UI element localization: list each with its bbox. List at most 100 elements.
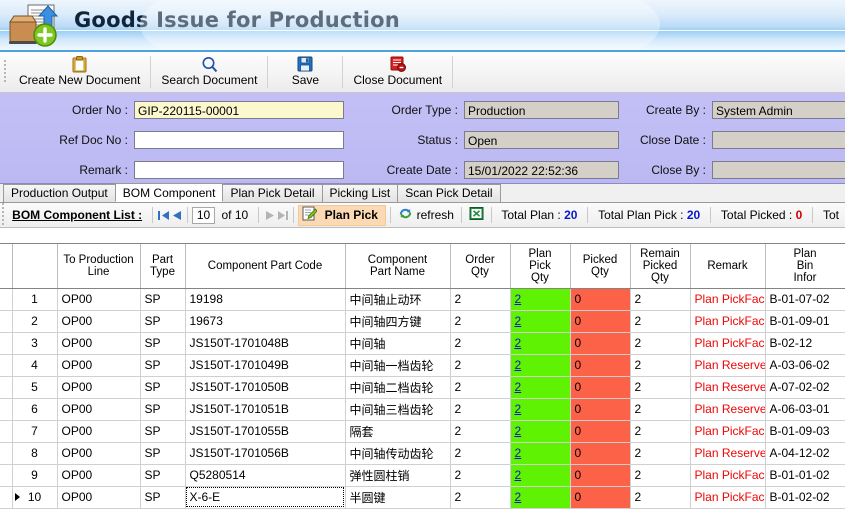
cell-to-production-line[interactable]: OP00 [57,332,141,355]
header-component-part-code[interactable]: Component Part Code [185,244,346,289]
table-row[interactable]: 10 OP00 SP X-6-E 半圆键 2 2 0 2 Plan PickFace B-01-02… [0,486,845,509]
cell-remain-picked-qty[interactable]: 2 [630,398,691,421]
table-row[interactable]: 1 OP00 SP 19198 中间轴止动环 2 2 0 2 Plan PickFace B-01-… [0,288,845,311]
row-number-cell[interactable]: 1 [12,288,58,311]
refresh-button[interactable]: refresh [395,206,457,224]
cell-order-qty[interactable]: 2 [450,442,511,465]
row-number-cell[interactable]: 5 [12,376,58,399]
cell-part-type[interactable]: SP [140,464,186,487]
search-document-button[interactable]: Search Document [151,52,267,92]
plan-pick-qty-link[interactable]: 2 [515,358,522,372]
cell-component-part-code[interactable]: JS150T-1701050B [185,376,346,399]
cell-component-part-name[interactable]: 中间轴一档齿轮 [345,354,451,377]
plan-pick-qty-link[interactable]: 2 [515,490,522,504]
cell-remark[interactable]: Plan PickFace [690,310,766,333]
cell-remark[interactable]: Plan Reserve [690,354,766,377]
cell-to-production-line[interactable]: OP00 [57,486,141,509]
cell-picked-qty[interactable]: 0 [570,310,631,333]
cell-picked-qty[interactable]: 0 [570,288,631,311]
row-number-cell[interactable]: 7 [12,420,58,443]
cell-remark[interactable]: Plan Reserve [690,398,766,421]
cell-part-type[interactable]: SP [140,376,186,399]
table-row[interactable]: 7 OP00 SP JS150T-1701055B 隔套 2 2 0 2 Plan PickFac… [0,420,845,443]
table-row[interactable]: 5 OP00 SP JS150T-1701050B 中间轴二档齿轮 2 2 0 2 Plan Re… [0,376,845,399]
cell-component-part-code[interactable]: Q5280514 [185,464,346,487]
plan-pick-qty-link[interactable]: 2 [515,446,522,460]
cell-picked-qty[interactable]: 0 [570,420,631,443]
cell-plan-pick-qty[interactable]: 2 [510,332,571,355]
cell-plan-bin-infor[interactable]: A-04-12-02 [765,442,845,465]
cell-remain-picked-qty[interactable]: 2 [630,464,691,487]
close-document-button[interactable]: Close Document [343,52,452,92]
cell-component-part-name[interactable]: 隔套 [345,420,451,443]
cell-plan-bin-infor[interactable]: B-01-01-02 [765,464,845,487]
cell-to-production-line[interactable]: OP00 [57,376,141,399]
table-row[interactable]: 9 OP00 SP Q5280514 弹性圆柱销 2 2 0 2 Plan PickFace B-0… [0,464,845,487]
cell-plan-bin-infor[interactable]: B-01-09-03 [765,420,845,443]
cell-order-qty[interactable]: 2 [450,420,511,443]
header-part-type[interactable]: Part Type [140,244,186,289]
cell-part-type[interactable]: SP [140,354,186,377]
cell-to-production-line[interactable]: OP00 [57,420,141,443]
cell-remain-picked-qty[interactable]: 2 [630,288,691,311]
plan-pick-qty-link[interactable]: 2 [515,336,522,350]
cell-remain-picked-qty[interactable]: 2 [630,420,691,443]
tab-bom-component[interactable]: BOM Component [114,183,224,202]
header-to-production-line[interactable]: To Production Line [57,244,141,289]
cell-order-qty[interactable]: 2 [450,376,511,399]
excel-export-button[interactable] [466,206,487,224]
cell-picked-qty[interactable]: 0 [570,464,631,487]
cell-order-qty[interactable]: 2 [450,332,511,355]
last-page-icon[interactable] [276,206,289,224]
header-picked-qty[interactable]: Picked Qty [570,244,631,289]
cell-remark[interactable]: Plan PickFace [690,420,766,443]
tab-scan-pick-detail[interactable]: Scan Pick Detail [397,184,501,202]
previous-page-icon[interactable] [170,206,183,224]
table-row[interactable]: 8 OP00 SP JS150T-1701056B 中间轴传动齿轮 2 2 0 2 Plan Re… [0,442,845,465]
cell-picked-qty[interactable]: 0 [570,332,631,355]
cell-part-type[interactable]: SP [140,332,186,355]
cell-plan-pick-qty[interactable]: 2 [510,486,571,509]
cell-component-part-code[interactable]: JS150T-1701048B [185,332,346,355]
cell-plan-bin-infor[interactable]: B-01-09-01 [765,310,845,333]
cell-component-part-name[interactable]: 中间轴二档齿轮 [345,376,451,399]
cell-order-qty[interactable]: 2 [450,310,511,333]
cell-plan-pick-qty[interactable]: 2 [510,420,571,443]
cell-remark[interactable]: Plan PickFace [690,332,766,355]
cell-plan-bin-infor[interactable]: B-01-07-02 [765,288,845,311]
row-number-cell[interactable]: 10 [12,486,58,509]
cell-order-qty[interactable]: 2 [450,288,511,311]
table-row[interactable]: 4 OP00 SP JS150T-1701049B 中间轴一档齿轮 2 2 0 2 Plan Re… [0,354,845,377]
order-no-field[interactable]: GIP-220115-00001 [134,100,344,119]
current-page-input[interactable]: 10 [191,206,216,224]
cell-component-part-name[interactable]: 中间轴传动齿轮 [345,442,451,465]
table-row[interactable]: 3 OP00 SP JS150T-1701048B 中间轴 2 2 0 2 Plan PickFa… [0,332,845,355]
first-page-icon[interactable] [157,206,170,224]
row-number-cell[interactable]: 9 [12,464,58,487]
cell-to-production-line[interactable]: OP00 [57,442,141,465]
cell-remark[interactable]: Plan PickFace [690,486,766,509]
cell-remark[interactable]: Plan Reserve [690,376,766,399]
cell-to-production-line[interactable]: OP00 [57,288,141,311]
cell-remark[interactable]: Plan PickFace [690,464,766,487]
header-order-qty[interactable]: Order Qty [450,244,511,289]
cell-order-qty[interactable]: 2 [450,486,511,509]
cell-picked-qty[interactable]: 0 [570,486,631,509]
cell-picked-qty[interactable]: 0 [570,398,631,421]
plan-pick-button[interactable]: Plan Pick [297,204,386,226]
cell-plan-pick-qty[interactable]: 2 [510,288,571,311]
cell-remark[interactable]: Plan Reserve [690,442,766,465]
cell-component-part-name[interactable]: 半圆键 [345,486,451,509]
cell-plan-pick-qty[interactable]: 2 [510,310,571,333]
row-number-cell[interactable]: 8 [12,442,58,465]
cell-plan-bin-infor[interactable]: A-07-02-02 [765,376,845,399]
header-component-part-name[interactable]: Component Part Name [345,244,451,289]
cell-picked-qty[interactable]: 0 [570,354,631,377]
cell-part-type[interactable]: SP [140,486,186,509]
row-number-cell[interactable]: 6 [12,398,58,421]
cell-remark[interactable]: Plan PickFace [690,288,766,311]
cell-plan-bin-infor[interactable]: A-03-06-02 [765,354,845,377]
cell-plan-pick-qty[interactable]: 2 [510,464,571,487]
cell-component-part-code[interactable]: X-6-E [185,486,346,509]
cell-part-type[interactable]: SP [140,310,186,333]
